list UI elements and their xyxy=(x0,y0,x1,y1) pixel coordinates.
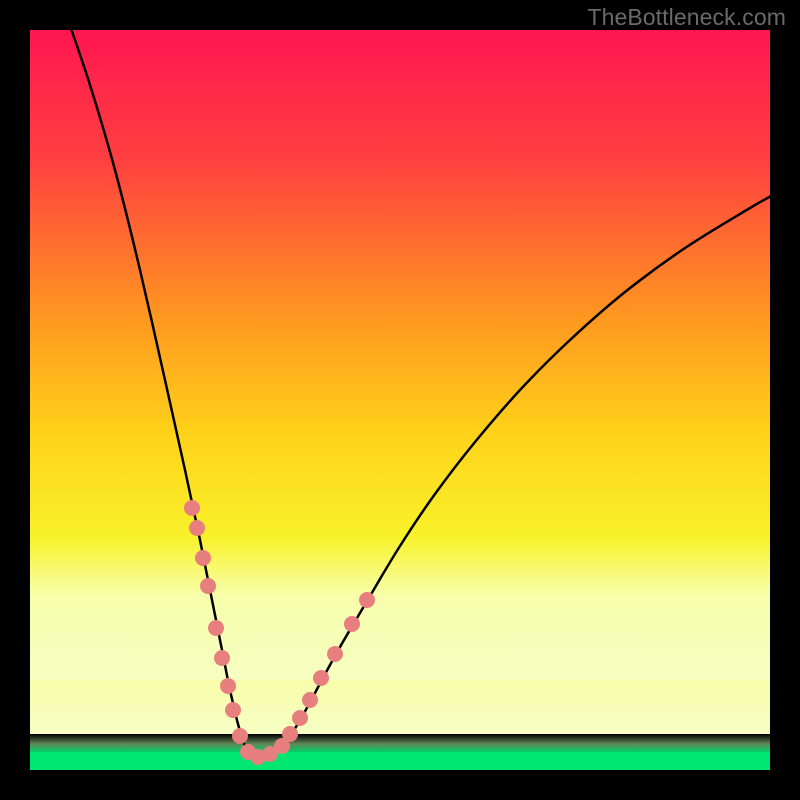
data-dot xyxy=(200,578,216,594)
data-dot xyxy=(327,646,343,662)
data-dot xyxy=(184,500,200,516)
data-dot xyxy=(232,728,248,744)
data-dots xyxy=(184,500,375,765)
chart-curve xyxy=(30,30,770,770)
data-dot xyxy=(359,592,375,608)
plot-area xyxy=(30,30,770,770)
data-dot xyxy=(282,726,298,742)
chart-frame: TheBottleneck.com xyxy=(0,0,800,800)
data-dot xyxy=(225,702,241,718)
data-dot xyxy=(220,678,236,694)
data-dot xyxy=(313,670,329,686)
data-dot xyxy=(302,692,318,708)
data-dot xyxy=(292,710,308,726)
data-dot xyxy=(189,520,205,536)
data-dot xyxy=(214,650,230,666)
bottleneck-curve xyxy=(68,30,770,757)
data-dot xyxy=(195,550,211,566)
data-dot xyxy=(344,616,360,632)
watermark-text: TheBottleneck.com xyxy=(587,4,786,31)
data-dot xyxy=(208,620,224,636)
